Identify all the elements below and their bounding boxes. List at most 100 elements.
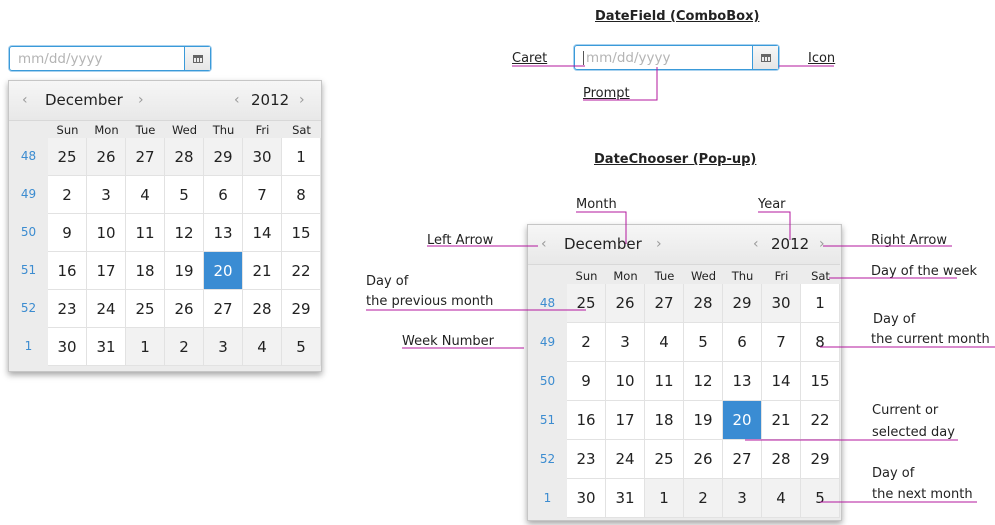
day-cell[interactable]: 29 (204, 138, 243, 176)
day-cell[interactable]: 18 (126, 252, 165, 290)
day-cell[interactable]: 30 (567, 479, 606, 518)
day-cell[interactable]: 6 (204, 176, 243, 214)
day-cell[interactable]: 29 (801, 440, 840, 479)
day-cell[interactable]: 22 (282, 252, 321, 290)
selected-day[interactable]: 20 (204, 252, 243, 290)
chevron-right-icon[interactable]: › (656, 236, 662, 252)
day-cell[interactable]: 17 (606, 401, 645, 440)
day-cell[interactable]: 21 (762, 401, 801, 440)
day-cell[interactable]: 26 (606, 284, 645, 323)
day-cell[interactable]: 28 (243, 290, 282, 328)
day-cell[interactable]: 24 (606, 440, 645, 479)
day-cell[interactable]: 28 (762, 440, 801, 479)
date-field-diagram[interactable] (574, 45, 779, 70)
day-cell[interactable]: 3 (204, 328, 243, 366)
day-cell[interactable]: 9 (48, 214, 87, 252)
chevron-left-icon[interactable]: ‹ (234, 92, 240, 108)
day-cell[interactable]: 23 (567, 440, 606, 479)
day-cell[interactable]: 12 (684, 362, 723, 401)
day-cell[interactable]: 7 (762, 323, 801, 362)
day-cell[interactable]: 28 (684, 284, 723, 323)
day-cell[interactable]: 30 (243, 138, 282, 176)
day-cell[interactable]: 3 (87, 176, 126, 214)
day-cell[interactable]: 10 (606, 362, 645, 401)
day-cell[interactable]: 15 (282, 214, 321, 252)
day-cell[interactable]: 29 (282, 290, 321, 328)
chevron-right-icon[interactable]: › (138, 92, 144, 108)
day-cell[interactable]: 4 (645, 323, 684, 362)
day-cell[interactable]: 22 (801, 401, 840, 440)
day-cell[interactable]: 4 (126, 176, 165, 214)
calendar-button-left[interactable] (184, 47, 210, 70)
day-cell[interactable]: 18 (645, 401, 684, 440)
day-cell[interactable]: 25 (126, 290, 165, 328)
day-cell[interactable]: 10 (87, 214, 126, 252)
day-cell[interactable]: 3 (723, 479, 762, 518)
day-cell[interactable]: 25 (48, 138, 87, 176)
date-input-left[interactable] (10, 47, 186, 70)
date-field-left[interactable] (9, 46, 211, 71)
day-cell[interactable]: 19 (684, 401, 723, 440)
chevron-left-icon[interactable]: ‹ (541, 236, 547, 252)
day-cell[interactable]: 25 (645, 440, 684, 479)
day-cell[interactable]: 2 (165, 328, 204, 366)
day-cell[interactable]: 17 (87, 252, 126, 290)
day-cell[interactable]: 26 (684, 440, 723, 479)
day-cell[interactable]: 5 (165, 176, 204, 214)
day-cell[interactable]: 2 (567, 323, 606, 362)
day-cell[interactable]: 13 (204, 214, 243, 252)
day-cell[interactable]: 11 (645, 362, 684, 401)
day-cell[interactable]: 1 (282, 138, 321, 176)
day-cell[interactable]: 8 (282, 176, 321, 214)
cur-month-label-1: Day of (873, 312, 916, 327)
chevron-right-icon[interactable]: › (299, 92, 305, 108)
selected-day[interactable]: 20 (723, 401, 762, 440)
day-cell[interactable]: 27 (723, 440, 762, 479)
day-cell[interactable]: 2 (48, 176, 87, 214)
day-grid: 25 26 27 28 29 30 1 2 3 4 5 6 7 8 9 10 11 12 13 14 15 16 17 18 1… (48, 138, 321, 366)
day-cell[interactable]: 5 (282, 328, 321, 366)
day-cell[interactable]: 11 (126, 214, 165, 252)
day-cell[interactable]: 29 (723, 284, 762, 323)
day-cell[interactable]: 1 (126, 328, 165, 366)
day-cell[interactable]: 1 (801, 284, 840, 323)
chevron-left-icon[interactable]: ‹ (22, 92, 28, 108)
day-cell[interactable]: 21 (243, 252, 282, 290)
day-cell[interactable]: 2 (684, 479, 723, 518)
day-cell[interactable]: 16 (48, 252, 87, 290)
day-cell[interactable]: 27 (204, 290, 243, 328)
day-cell[interactable]: 28 (165, 138, 204, 176)
day-cell[interactable]: 24 (87, 290, 126, 328)
day-cell[interactable]: 12 (165, 214, 204, 252)
day-cell[interactable]: 30 (762, 284, 801, 323)
day-cell[interactable]: 4 (243, 328, 282, 366)
day-cell[interactable]: 26 (165, 290, 204, 328)
day-cell[interactable]: 19 (165, 252, 204, 290)
day-cell[interactable]: 15 (801, 362, 840, 401)
day-cell[interactable]: 5 (684, 323, 723, 362)
day-cell[interactable]: 8 (801, 323, 840, 362)
day-cell[interactable]: 25 (567, 284, 606, 323)
calendar-button-diagram[interactable] (752, 46, 778, 69)
day-cell[interactable]: 23 (48, 290, 87, 328)
day-cell[interactable]: 14 (762, 362, 801, 401)
chevron-left-icon[interactable]: ‹ (753, 236, 759, 252)
day-cell[interactable]: 14 (243, 214, 282, 252)
day-cell[interactable]: 31 (606, 479, 645, 518)
day-cell[interactable]: 5 (801, 479, 840, 518)
day-cell[interactable]: 13 (723, 362, 762, 401)
day-cell[interactable]: 31 (87, 328, 126, 366)
day-cell[interactable]: 9 (567, 362, 606, 401)
day-cell[interactable]: 3 (606, 323, 645, 362)
day-cell[interactable]: 1 (645, 479, 684, 518)
date-input-diagram[interactable] (575, 46, 754, 69)
chevron-right-icon[interactable]: › (819, 236, 825, 252)
day-cell[interactable]: 30 (48, 328, 87, 366)
day-cell[interactable]: 27 (645, 284, 684, 323)
day-cell[interactable]: 7 (243, 176, 282, 214)
day-cell[interactable]: 26 (87, 138, 126, 176)
day-cell[interactable]: 4 (762, 479, 801, 518)
day-cell[interactable]: 6 (723, 323, 762, 362)
day-cell[interactable]: 16 (567, 401, 606, 440)
day-cell[interactable]: 27 (126, 138, 165, 176)
